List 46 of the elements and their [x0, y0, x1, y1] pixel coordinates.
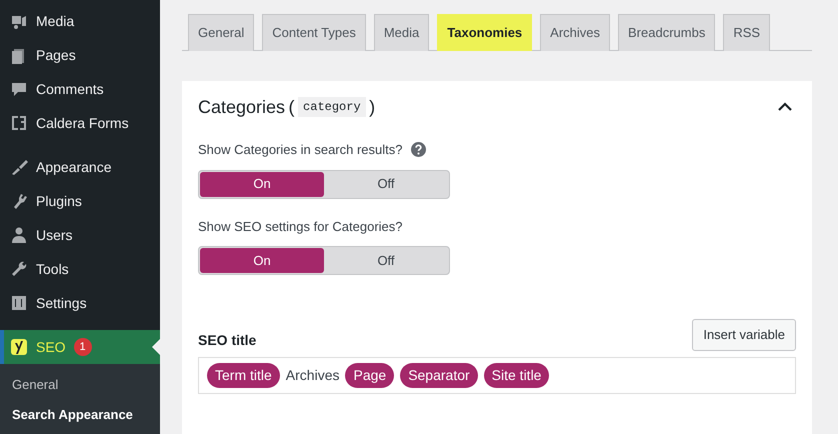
variable-tag: Separator	[400, 362, 478, 388]
tab[interactable]: Media	[374, 14, 430, 50]
parenthesis: )	[369, 96, 376, 118]
tab[interactable]: Taxonomies	[437, 14, 532, 50]
question-label: Show SEO settings for Categories?	[198, 218, 402, 236]
menu-item[interactable]: Appearance	[0, 150, 160, 184]
toggle-option[interactable]: Off	[324, 248, 448, 274]
field-label: SEO title	[198, 330, 256, 350]
notification-count: 1	[74, 338, 92, 356]
form-icon	[10, 114, 28, 132]
toggle-option[interactable]: On	[200, 248, 324, 274]
question-label: Show Categories in search results?	[198, 141, 402, 160]
speech-bubble-icon	[10, 80, 28, 98]
menu-item[interactable]: Comments	[0, 72, 160, 106]
insert-variable-button[interactable]: Insert variable	[692, 319, 796, 351]
tab[interactable]: General	[188, 14, 254, 50]
menu-item[interactable]: Media	[0, 4, 160, 38]
tab[interactable]: Breadcrumbs	[618, 14, 716, 50]
collapse-icon[interactable]	[778, 102, 792, 112]
brush-icon	[10, 158, 28, 176]
tab[interactable]: Archives	[540, 14, 610, 50]
menu-item[interactable]: Users	[0, 218, 160, 252]
section-title: Categories	[198, 96, 286, 118]
menu-item[interactable]: Pages	[0, 38, 160, 72]
wrench-icon	[10, 260, 28, 278]
menu-item[interactable]: Tools	[0, 252, 160, 286]
submenu-item[interactable]: Search Appearance	[0, 400, 160, 429]
menu-item[interactable]: Settings	[0, 286, 160, 320]
menu-item[interactable]: SEO 1	[0, 330, 160, 364]
variable-tag: Term title	[207, 362, 280, 388]
variable-tag: Site title	[484, 362, 550, 388]
variable-tag: Page	[345, 362, 394, 388]
parenthesis: (	[288, 96, 295, 118]
title-input-field[interactable]: Term title Archives Page Separator Site title	[198, 356, 796, 394]
toggle-option[interactable]: Off	[324, 172, 448, 197]
logo-icon	[10, 338, 28, 356]
user-icon	[10, 226, 28, 244]
menu-item[interactable]: Caldera Forms	[0, 106, 160, 140]
help-icon[interactable]	[410, 142, 426, 158]
toggle-option[interactable]: On	[200, 172, 324, 197]
tab[interactable]: Content Types	[262, 14, 366, 50]
tab[interactable]: RSS	[723, 14, 770, 50]
code-label: category	[298, 97, 366, 118]
title-text: Archives	[286, 366, 340, 385]
menu-item[interactable]: Plugins	[0, 184, 160, 218]
submenu-item[interactable]: General	[0, 370, 160, 400]
